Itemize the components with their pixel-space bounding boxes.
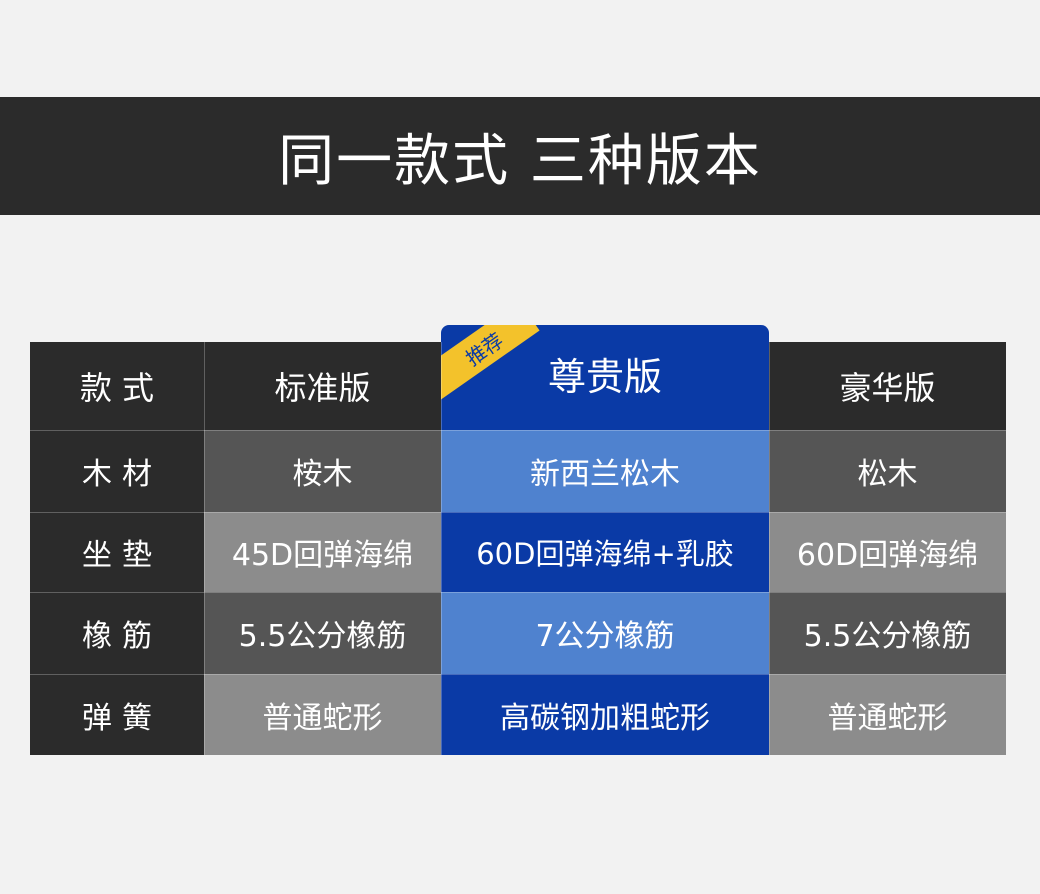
row-deluxe-value: 60D回弹海绵 [796, 538, 979, 573]
row-deluxe-value: 5.5公分橡筋 [803, 619, 972, 654]
row-label: 弹簧 [82, 700, 162, 736]
row-premium-cell: 60D回弹海绵+乳胶 [441, 512, 769, 592]
row-label-cell: 橡筋 [30, 592, 204, 674]
column-divider [204, 342, 205, 755]
header-standard: 标准版 [274, 369, 371, 407]
column-divider [769, 342, 770, 755]
row-standard-value: 桉木 [292, 457, 353, 492]
row-label-cell: 弹簧 [30, 674, 204, 755]
recommend-badge-label: 推荐 [460, 327, 508, 371]
row-standard-cell: 45D回弹海绵 [204, 512, 441, 592]
page-banner: 同一款式 三种版本 [0, 97, 1040, 215]
header-premium: 尊贵版 [547, 355, 662, 399]
row-premium-value: 高碳钢加粗蛇形 [500, 700, 710, 736]
row-deluxe-cell: 松木 [769, 430, 1006, 512]
row-label-cell: 坐垫 [30, 512, 204, 592]
header-deluxe: 豪华版 [839, 369, 936, 407]
row-standard-cell: 桉木 [204, 430, 441, 512]
row-divider [30, 430, 1006, 431]
row-premium-value: 60D回弹海绵+乳胶 [476, 537, 734, 571]
row-deluxe-value: 松木 [857, 457, 918, 492]
row-premium-cell: 新西兰松木 [441, 430, 769, 512]
row-deluxe-value: 普通蛇形 [827, 700, 948, 736]
row-premium-value: 7公分橡筋 [535, 619, 675, 654]
row-label: 坐垫 [82, 538, 162, 573]
row-label: 木材 [82, 457, 162, 492]
row-divider [30, 674, 1006, 675]
row-premium-cell: 高碳钢加粗蛇形 [441, 674, 769, 755]
comparison-table: 款式 标准版 推荐 尊贵版 豪华版 木材 桉木 新西兰松木 松木 坐垫 45D回… [30, 325, 1006, 755]
row-standard-value: 普通蛇形 [262, 700, 383, 736]
row-label: 橡筋 [82, 619, 162, 654]
row-deluxe-cell: 5.5公分橡筋 [769, 592, 1006, 674]
row-divider [30, 592, 1006, 593]
row-divider [30, 512, 1006, 513]
row-deluxe-cell: 普通蛇形 [769, 674, 1006, 755]
row-premium-cell: 7公分橡筋 [441, 592, 769, 674]
header-standard-cell: 标准版 [204, 342, 441, 430]
row-label-cell: 木材 [30, 430, 204, 512]
row-deluxe-cell: 60D回弹海绵 [769, 512, 1006, 592]
column-divider [441, 342, 442, 755]
recommend-badge: 推荐 [441, 325, 540, 406]
header-deluxe-cell: 豪华版 [769, 342, 1006, 430]
header-label: 款式 [79, 369, 164, 407]
header-premium-cell: 推荐 尊贵版 [441, 325, 769, 430]
row-standard-cell: 普通蛇形 [204, 674, 441, 755]
row-standard-value: 45D回弹海绵 [231, 538, 414, 573]
page-title: 同一款式 三种版本 [278, 128, 762, 194]
row-premium-value: 新西兰松木 [530, 457, 680, 492]
row-standard-cell: 5.5公分橡筋 [204, 592, 441, 674]
row-standard-value: 5.5公分橡筋 [238, 619, 407, 654]
header-label-cell: 款式 [30, 342, 204, 430]
